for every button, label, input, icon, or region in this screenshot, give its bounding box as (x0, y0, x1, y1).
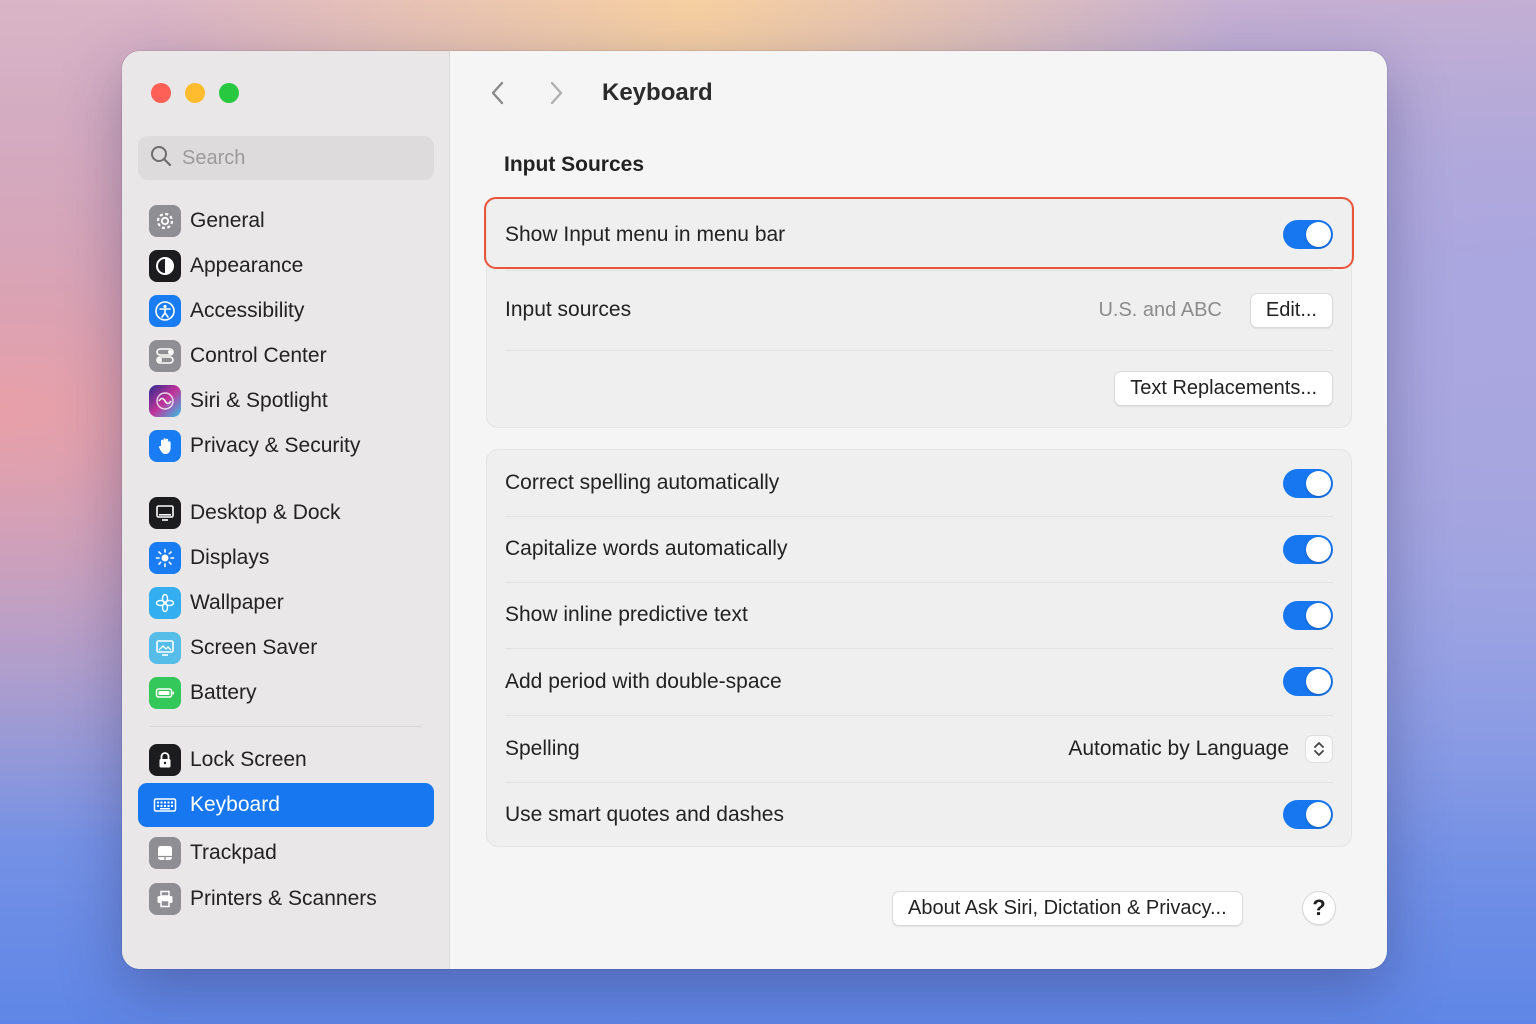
sidebar-item-desktop-dock[interactable]: Desktop & Dock (138, 491, 434, 535)
sidebar-item-label: Siri & Spotlight (190, 389, 328, 412)
desktop-icon (149, 497, 181, 529)
window-controls (151, 83, 239, 103)
predictive-text-label: Show inline predictive text (505, 603, 748, 626)
capitalize-words-label: Capitalize words automatically (505, 537, 788, 560)
show-input-menu-toggle[interactable] (1283, 220, 1333, 249)
sidebar-item-battery[interactable]: Battery (138, 671, 434, 715)
section-title-input-sources: Input Sources (504, 153, 645, 176)
close-button[interactable] (151, 83, 171, 103)
battery-icon (149, 677, 181, 709)
capitalize-words-row: Capitalize words automatically (487, 516, 1351, 582)
sidebar-item-label: Lock Screen (190, 748, 307, 771)
sidebar-item-privacy-security[interactable]: Privacy & Security (138, 424, 434, 468)
capitalize-words-toggle[interactable] (1283, 534, 1333, 564)
sidebar-divider (150, 726, 422, 727)
predictive-text-toggle[interactable] (1283, 600, 1333, 630)
spelling-select[interactable]: Automatic by Language (1068, 734, 1333, 763)
hand-icon (149, 430, 181, 462)
sidebar-item-label: Wallpaper (190, 591, 284, 614)
sun-icon (149, 542, 181, 574)
trackpad-icon (149, 837, 181, 869)
sidebar: General Appearance Accessibility Control… (122, 51, 450, 969)
sidebar-item-label: Battery (190, 681, 257, 704)
sidebar-item-appearance[interactable]: Appearance (138, 244, 434, 288)
search-icon (150, 145, 172, 172)
sidebar-item-label: Control Center (190, 344, 327, 367)
input-sources-value: U.S. and ABC (1098, 298, 1222, 321)
spelling-value: Automatic by Language (1068, 736, 1289, 760)
correct-spelling-label: Correct spelling automatically (505, 471, 780, 494)
sidebar-nav: General Appearance Accessibility Control… (138, 199, 434, 922)
sidebar-item-label: Accessibility (190, 299, 305, 322)
help-button[interactable]: ? (1302, 891, 1336, 925)
gear-icon (149, 205, 181, 237)
sidebar-item-label: Appearance (190, 254, 304, 277)
sidebar-item-label: Privacy & Security (190, 434, 361, 457)
sidebar-item-label: Printers & Scanners (190, 887, 377, 910)
sidebar-item-trackpad[interactable]: Trackpad (138, 831, 434, 875)
sidebar-item-printers-scanners[interactable]: Printers & Scanners (138, 877, 434, 921)
toolbar: Keyboard (480, 73, 713, 113)
text-replacements-button[interactable]: Text Replacements... (1114, 370, 1333, 406)
input-sources-row: Input sources U.S. and ABC Edit... (487, 270, 1351, 350)
sidebar-item-label: Desktop & Dock (190, 501, 341, 524)
sidebar-item-label: General (190, 209, 265, 232)
control-center-icon (149, 340, 181, 372)
smart-quotes-toggle[interactable] (1283, 800, 1333, 829)
sidebar-item-general[interactable]: General (138, 199, 434, 243)
double-space-period-label: Add period with double-space (505, 669, 782, 693)
sidebar-divider (150, 479, 422, 480)
sidebar-item-siri-spotlight[interactable]: Siri & Spotlight (138, 379, 434, 423)
sidebar-item-wallpaper[interactable]: Wallpaper (138, 581, 434, 625)
sidebar-item-control-center[interactable]: Control Center (138, 334, 434, 378)
spelling-row: Spelling Automatic by Language (487, 715, 1351, 782)
flower-icon (149, 587, 181, 619)
zoom-button[interactable] (219, 83, 239, 103)
input-sources-label: Input sources (505, 298, 632, 321)
chevron-up-down-icon (1305, 734, 1333, 763)
accessibility-icon (149, 295, 181, 327)
about-siri-privacy-button[interactable]: About Ask Siri, Dictation & Privacy... (892, 891, 1243, 926)
show-input-menu-row: Show Input menu in menu bar (487, 199, 1351, 270)
sidebar-item-keyboard[interactable]: Keyboard (138, 783, 434, 827)
spelling-label: Spelling (505, 736, 580, 760)
edit-input-sources-button[interactable]: Edit... (1249, 292, 1333, 328)
printer-icon (149, 883, 181, 915)
sidebar-item-screen-saver[interactable]: Screen Saver (138, 626, 434, 670)
smart-quotes-label: Use smart quotes and dashes (505, 802, 784, 826)
appearance-icon (149, 250, 181, 282)
smart-quotes-row: Use smart quotes and dashes (487, 782, 1351, 847)
chevron-right-icon (550, 81, 563, 105)
sidebar-item-displays[interactable]: Displays (138, 536, 434, 580)
back-button[interactable] (480, 75, 516, 111)
input-sources-group: Show Input menu in menu bar Input source… (486, 198, 1352, 428)
correct-spelling-row: Correct spelling automatically (487, 450, 1351, 516)
double-space-period-row: Add period with double-space (487, 648, 1351, 715)
sidebar-item-label: Keyboard (190, 793, 280, 816)
siri-icon (149, 385, 181, 417)
predictive-text-row: Show inline predictive text (487, 582, 1351, 648)
sidebar-item-label: Screen Saver (190, 636, 318, 659)
keyboard-icon (149, 789, 181, 821)
settings-window: General Appearance Accessibility Control… (122, 51, 1387, 969)
sidebar-item-label: Displays (190, 546, 270, 569)
screen-saver-icon (149, 632, 181, 664)
sidebar-item-accessibility[interactable]: Accessibility (138, 289, 434, 333)
correct-spelling-toggle[interactable] (1283, 468, 1333, 498)
main-content: Keyboard Input Sources Show Input menu i… (450, 51, 1387, 969)
sidebar-item-lock-screen[interactable]: Lock Screen (138, 738, 434, 782)
double-space-period-toggle[interactable] (1283, 667, 1333, 696)
minimize-button[interactable] (185, 83, 205, 103)
search-field[interactable] (138, 136, 434, 180)
text-replacements-row: Text Replacements... (487, 350, 1351, 426)
page-title: Keyboard (602, 79, 713, 106)
show-input-menu-label: Show Input menu in menu bar (505, 222, 786, 246)
lock-icon (149, 744, 181, 776)
sidebar-item-label: Trackpad (190, 841, 277, 864)
chevron-left-icon (491, 81, 504, 105)
forward-button[interactable] (538, 75, 574, 111)
search-input[interactable] (182, 146, 422, 170)
text-input-group: Correct spelling automatically Capitaliz… (486, 449, 1352, 847)
